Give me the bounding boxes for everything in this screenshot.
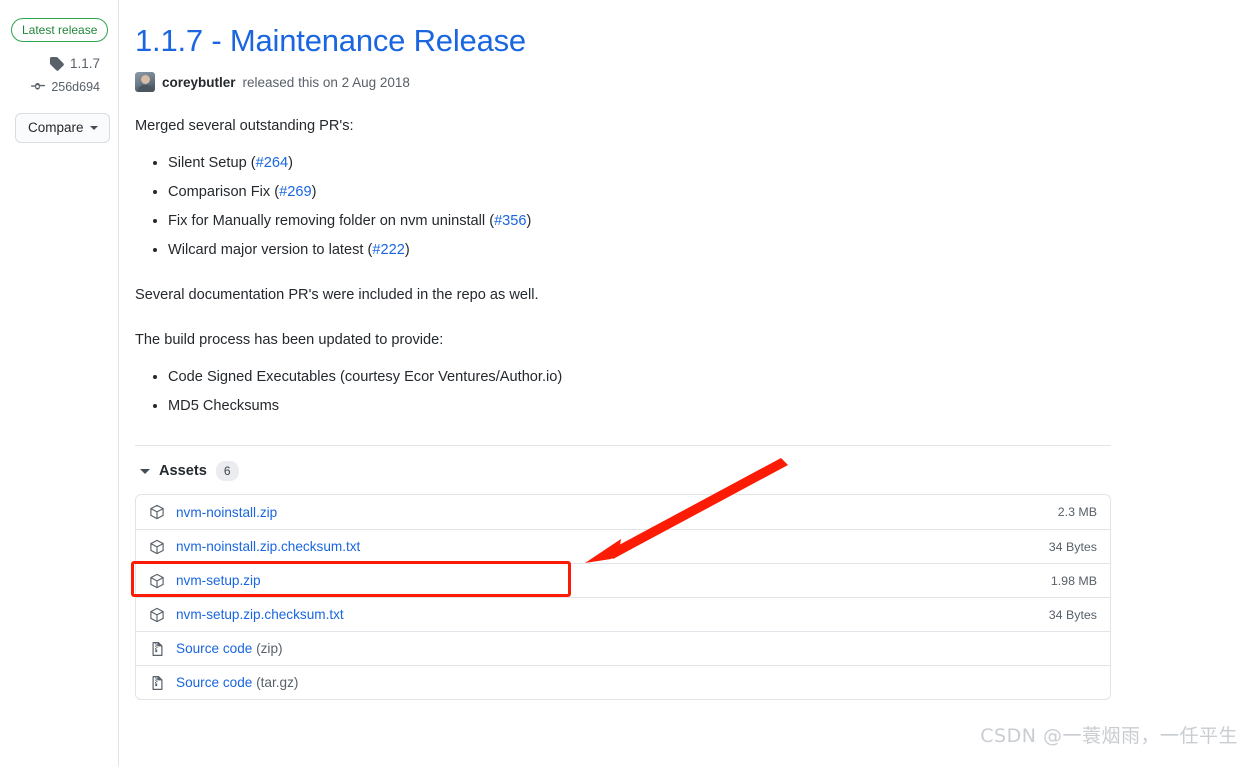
asset-size: 34 Bytes [1048, 607, 1097, 622]
asset-link-suffix: (tar.gz) [252, 675, 299, 690]
assets-count-badge: 6 [215, 461, 239, 481]
section-divider [135, 445, 1111, 446]
pr-item-text: Fix for Manually removing folder on nvm … [168, 213, 495, 229]
list-item: Code Signed Executables (courtesy Ecor V… [168, 366, 1115, 388]
package-icon [149, 539, 165, 555]
asset-link-suffix: (zip) [252, 641, 283, 656]
author-name[interactable]: coreybutler [162, 75, 236, 90]
asset-size: 2.3 MB [1057, 505, 1097, 519]
list-item: Fix for Manually removing folder on nvm … [168, 210, 1115, 232]
pr-link[interactable]: #222 [372, 242, 404, 258]
pr-item-close: ) [311, 184, 317, 200]
pr-link[interactable]: #356 [494, 213, 526, 229]
assets-header[interactable]: Assets 6 [135, 461, 1115, 481]
pr-item-text: Wilcard major version to latest ( [168, 242, 373, 258]
avatar[interactable] [135, 72, 155, 92]
asset-name-cell: nvm-setup.zip.checksum.txt [149, 607, 344, 623]
asset-link-text: Source code [176, 675, 253, 690]
watermark-text: CSDN @一蓑烟雨，一任平生 [980, 725, 1238, 747]
table-row[interactable]: Source code (zip) [136, 631, 1110, 665]
table-row[interactable]: nvm-noinstall.zip.checksum.txt 34 Bytes [136, 529, 1110, 563]
asset-link[interactable]: Source code (tar.gz) [176, 675, 298, 690]
triangle-down-icon[interactable] [140, 468, 150, 474]
compare-button-label: Compare [28, 120, 84, 135]
assets-list: nvm-noinstall.zip 2.3 MB nvm-noinstall.z… [135, 494, 1111, 700]
chevron-down-icon [89, 126, 98, 130]
file-zip-icon [149, 675, 165, 691]
status-badge-latest-release: Latest release [11, 18, 109, 42]
release-docs-text: Several documentation PR's were included… [135, 287, 539, 303]
asset-link[interactable]: nvm-noinstall.zip [176, 505, 277, 520]
asset-link[interactable]: nvm-setup.zip.checksum.txt [176, 607, 344, 622]
package-icon [149, 504, 165, 520]
asset-name-cell: Source code (tar.gz) [149, 675, 298, 691]
asset-name-cell: nvm-noinstall.zip.checksum.txt [149, 539, 360, 555]
asset-size: 1.98 MB [1050, 573, 1097, 588]
asset-link-text: Source code [176, 641, 253, 656]
pr-item-text: Comparison Fix ( [168, 184, 280, 200]
release-commit-label: 256d694 [51, 79, 100, 94]
build-list: Code Signed Executables (courtesy Ecor V… [135, 366, 1115, 417]
compare-button[interactable]: Compare [15, 113, 110, 143]
pr-item-close: ) [404, 242, 410, 258]
table-row[interactable]: nvm-setup.zip.checksum.txt 34 Bytes [136, 597, 1110, 631]
pr-item-text: Silent Setup ( [168, 155, 256, 171]
list-item: Wilcard major version to latest (#222) [168, 239, 1115, 261]
package-icon [149, 607, 165, 623]
list-item: Silent Setup (#264) [168, 152, 1115, 174]
release-build-text: The build process has been updated to pr… [135, 332, 444, 348]
release-intro-text: Merged several outstanding PR's: [135, 118, 354, 134]
package-icon [149, 573, 165, 589]
pr-list: Silent Setup (#264) Comparison Fix (#269… [135, 152, 1115, 261]
release-commit[interactable]: 256d694 [10, 79, 108, 94]
release-page: Latest release 1.1.7 256d694 Compare 1.1… [0, 0, 1254, 766]
page-title[interactable]: 1.1.7 - Maintenance Release [135, 23, 1115, 59]
commit-icon [30, 79, 46, 94]
table-row[interactable]: nvm-setup.zip 1.98 MB [136, 563, 1110, 597]
table-row[interactable]: nvm-noinstall.zip 2.3 MB [136, 495, 1110, 529]
table-row[interactable]: Source code (tar.gz) [136, 665, 1110, 699]
asset-name-cell: nvm-noinstall.zip [149, 504, 277, 520]
pr-link[interactable]: #264 [256, 155, 288, 171]
asset-link[interactable]: nvm-noinstall.zip.checksum.txt [176, 539, 360, 554]
file-zip-icon [149, 641, 165, 657]
assets-label: Assets [159, 463, 207, 479]
asset-size: 34 Bytes [1048, 539, 1097, 554]
pr-item-close: ) [288, 155, 293, 171]
tag-icon [49, 56, 64, 71]
release-author-line: coreybutler released this on 2 Aug 2018 [135, 72, 1115, 92]
list-item: Comparison Fix (#269) [168, 181, 1115, 203]
release-tag-label: 1.1.7 [69, 56, 100, 71]
asset-link-nvm-setup-zip[interactable]: nvm-setup.zip [176, 573, 261, 588]
pr-item-close: ) [526, 213, 532, 229]
release-timestamp: released this on 2 Aug 2018 [242, 74, 410, 90]
list-item: MD5 Checksums [168, 395, 1115, 417]
asset-link[interactable]: Source code (zip) [176, 641, 283, 656]
asset-name-cell: Source code (zip) [149, 641, 283, 657]
release-sidebar: Latest release 1.1.7 256d694 Compare [0, 0, 119, 766]
release-tag[interactable]: 1.1.7 [10, 56, 108, 71]
asset-name-cell: nvm-setup.zip [149, 573, 261, 589]
pr-link[interactable]: #269 [279, 184, 311, 200]
release-main: 1.1.7 - Maintenance Release coreybutler … [135, 0, 1115, 700]
